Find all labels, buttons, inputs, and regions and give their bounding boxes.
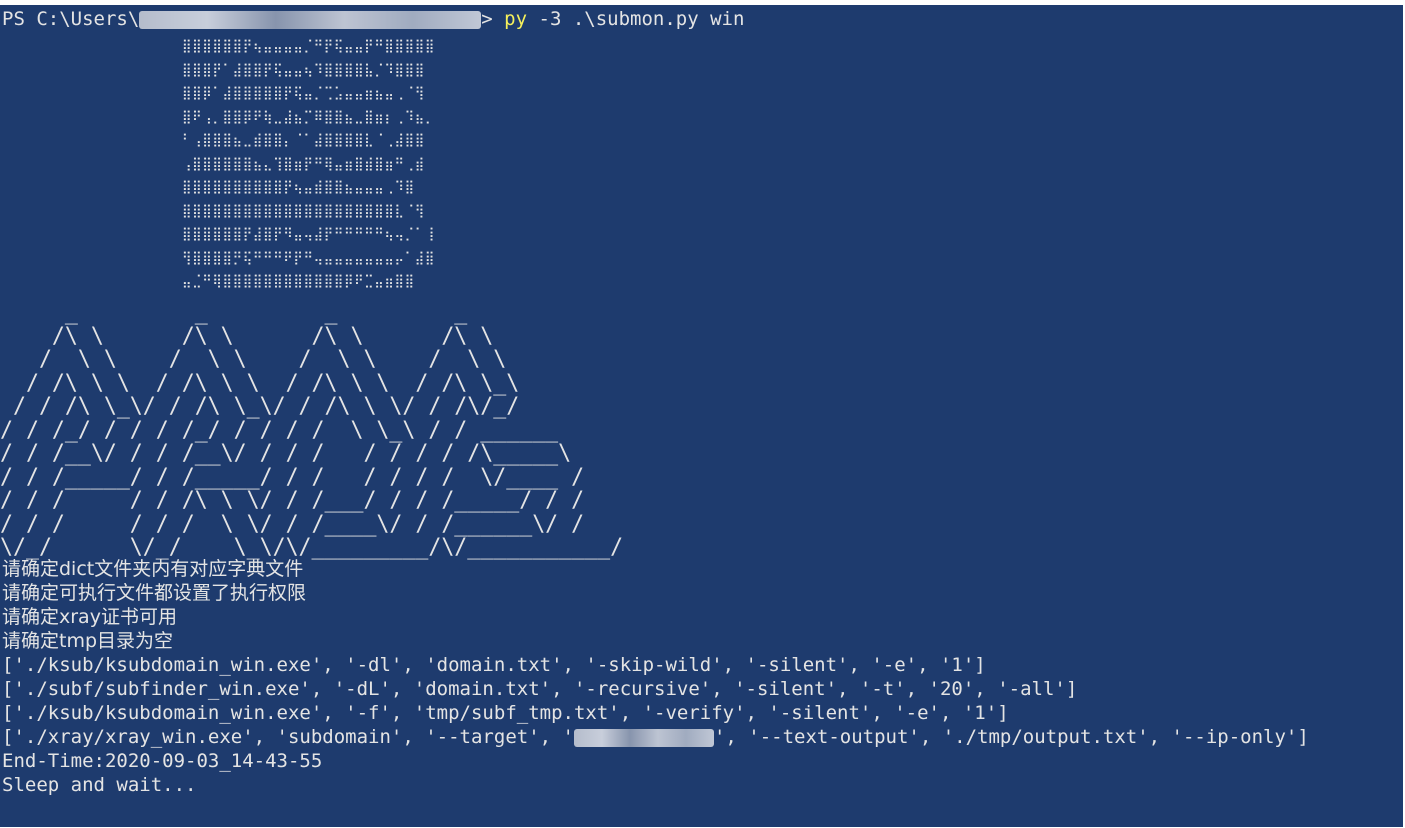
braille-row: ⣿⣿⣿⣿⣿⣿⡟⢦⣤⣤⣤⣤⡈⠛⡟⢯⣤⣤⡟⠛⣿⣿⣿⣿⣿ (182, 39, 436, 54)
ascii-banner: _ _ _ _ /\ \ /\ \ /\ \ /\ \ / \ \ / \ \ … (0, 301, 623, 560)
braille-row: ⣿⣿⡿⠁⣼⣿⣿⣿⣿⣿⡟⢯⣤⡈⢉⣡⣤⣤⣶⣦⣤⢀⠈⢻ (182, 86, 425, 101)
braille-logo-art: ⣿⣿⣿⣿⣿⣿⡟⢦⣤⣤⣤⣤⡈⠛⡟⢯⣤⣤⡟⠛⣿⣿⣿⣿⣿ ⣿⣿⣿⡟⠁⣼⣿⣿⡟⢯⣤⣤⢦⠹⣿… (182, 35, 435, 294)
command-ksubdomain-verify: ['./ksub/ksubdomain_win.exe', '-f', 'tmp… (2, 702, 1009, 724)
braille-row: ⠃⢠⣿⣿⣿⣦⣀⣾⣿⣿⡄⠈⠁⣼⣿⣿⣿⣿⣇⠈⢀⣼⣿⣿ (182, 133, 425, 148)
braille-row: ⣿⣿⣿⡟⠁⣼⣿⣿⡟⢯⣤⣤⢦⠹⣿⣿⣿⣿⣧⡈⠹⣿⣿⣿ (182, 62, 425, 78)
banner-row: / / / / / /\ \ \/ / /___/ / / /_____/ / … (0, 488, 585, 513)
command-args: -3 .\submon.py win (527, 8, 745, 30)
command-xray: ['./xray/xray_win.exe', 'subdomain', '--… (2, 725, 1309, 749)
banner-row: / / /__\/ / / /__\/ / / / / / / / /\____… (0, 441, 572, 466)
command-subfinder: ['./subf/subfinder_win.exe', '-dL', 'dom… (2, 678, 1078, 700)
redacted-target (573, 728, 714, 747)
redacted-username (139, 10, 482, 29)
banner-row: / / /_____/ / /_____/ / / / / / / \/____… (0, 464, 585, 490)
xray-command-after: ', '--text-output', './tmp/output.txt', … (713, 726, 1309, 748)
braille-row: ⣤⣈⠛⢿⣿⣿⣿⣿⣿⣿⣿⣿⣿⣿⣿⣿⡿⠟⣉⣤⣶⣿⣿ (182, 274, 415, 289)
xray-command-before: ['./xray/xray_win.exe', 'subdomain', '--… (2, 726, 574, 748)
prompt-suffix: > (481, 8, 505, 30)
message-dict: 请确定dict文件夹内有对应字典文件 (2, 558, 304, 580)
braille-row: ⢻⣿⣿⣿⣿⡛⢯⠛⠛⠛⠟⡟⠛⢤⣤⣤⣤⣤⣤⣤⣤⡤⠁⣼⣿ (182, 250, 436, 266)
braille-row: ⣿⠟⢠⡀⣿⣿⡿⠟⢷⣀⣼⣦⡉⠿⣿⣿⣦⣀⣿⣶⡆⢀⠹⣦⡀ (182, 109, 436, 125)
banner-row: \/_/ \/_/ \_\/\/_________/\/___________/ (0, 535, 624, 560)
braille-row: ⣿⣿⣿⣿⣿⣿⣿⣿⣿⣿⡟⢦⣤⣾⣿⣿⣦⣤⣤⣤⢀⠹⣿ (182, 180, 415, 195)
banner-row: / / /\ \_\/ / /\ \_\/ / /\ \ \/ / /\/_/ (0, 394, 520, 419)
braille-row: ⢠⣿⣿⣿⣿⣿⣿⣦⣄⢹⣿⣶⡟⠛⢿⣤⣶⣿⣾⣿⣶⠛⢀⣾ (182, 156, 425, 172)
message-permissions: 请确定可执行文件都设置了执行权限 (2, 582, 307, 604)
braille-row: ⣿⣿⣿⣿⣿⣿⡟⣼⣿⡟⠻⣤⢤⣼⡟⠛⠛⠛⠛⠛⢦⢤⡈⠁⢸ (182, 227, 436, 242)
prompt-line: PS C:\Users\ > py -3 .\submon.py win (2, 7, 744, 31)
braille-row: ⣿⣿⣿⣿⣿⣿⣿⣿⣿⣿⣿⣿⣿⣿⣿⣿⣿⣿⣿⣿⣿⣇⠈⢻ (182, 203, 425, 219)
banner-row: / / / / / / \ \/ / /____\/ / /______\/ / (0, 511, 585, 537)
banner-row: / / /_/ / / / /_/ / / / / \ \_\ / / ____… (0, 417, 559, 443)
message-xray-cert: 请确定xray证书可用 (2, 606, 177, 628)
banner-row: _ _ _ _ (0, 300, 468, 325)
end-time: End-Time:2020-09-03_14-43-55 (2, 750, 323, 772)
prompt-prefix: PS C:\Users\ (2, 8, 140, 30)
banner-row: / /\ \ \ / /\ \ \ / /\ \ \ / /\ \_\ (0, 370, 520, 396)
banner-row: / \ \ / \ \ / \ \ / \ \ (0, 347, 507, 372)
banner-row: /\ \ /\ \ /\ \ /\ \ (0, 323, 494, 349)
command-ksubdomain-dl: ['./ksub/ksubdomain_win.exe', '-dl', 'do… (2, 654, 986, 676)
command-py: py (504, 8, 528, 30)
powershell-console[interactable]: PS C:\Users\ > py -3 .\submon.py win ⣿⣿⣿⣿… (0, 5, 1405, 827)
status-line: Sleep and wait... (2, 774, 197, 796)
message-tmp-empty: 请确定tmp目录为空 (2, 630, 174, 652)
